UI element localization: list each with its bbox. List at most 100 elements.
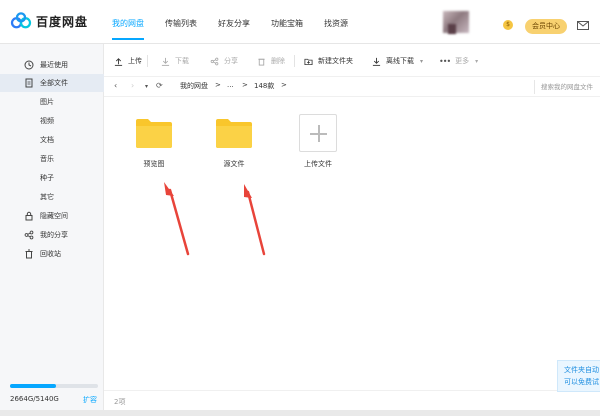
trash-icon [258,58,265,66]
sidebar-item-images[interactable]: 图片 [0,93,104,111]
sidebar-item-label: 其它 [40,193,54,201]
avatar[interactable] [443,11,469,33]
share-icon [210,57,219,65]
top-navigation: 我的网盘 传输列表 好友分享 功能宝箱 找资源 [112,0,369,44]
folder-icon [136,119,172,148]
sidebar-item-label: 最近使用 [40,61,68,69]
download-label: 下载 [175,57,189,65]
avatar-detail [448,24,456,34]
sidebar-item-hidden-space[interactable]: 隐藏空间 [0,207,104,225]
baidu-cloud-logo-icon [10,12,32,29]
app-logo: 百度网盘 [10,12,88,30]
download-icon [161,57,170,66]
sidebar-item-label: 回收站 [40,250,61,258]
chevron-down-icon: ▾ [420,57,424,65]
bottom-edge [0,410,600,416]
upload-file-label: 上传文件 [304,160,332,168]
forward-arrow-icon[interactable]: › [131,81,134,90]
back-arrow-icon[interactable]: ‹ [114,81,117,90]
more-label: 更多 [455,57,470,65]
sidebar-item-label: 图片 [40,98,54,106]
offline-download-icon [372,57,381,66]
expand-storage-link[interactable]: 扩容 [83,395,97,405]
search-input[interactable]: 搜索我的网盘文件 [534,80,600,94]
sidebar-item-music[interactable]: 音乐 [0,150,104,168]
toolbar-divider [294,55,295,67]
sidebar-item-recycle-bin[interactable]: 回收站 [0,245,104,263]
sidebar-item-recent[interactable]: 最近使用 [0,56,104,74]
sidebar-item-others[interactable]: 其它 [0,188,104,206]
annotation-arrows [164,182,266,256]
sidebar-item-label: 音乐 [40,155,54,163]
delete-button[interactable]: 删除 [257,50,285,72]
storage-usage-text: 2664G/5140G [10,395,59,403]
breadcrumb-bar: ‹ › ▾ ⟳ 我的网盘 > ... > 148款 > 搜索我的网盘文件 [104,76,600,96]
upload-icon [114,57,123,66]
file-toolbar: 上传 下载 分享 删除 新建文件夹 离线下载 ▾ ••• 更多 ▾ [104,50,600,72]
sidebar-item-videos[interactable]: 视频 [0,112,104,130]
folder-icon [216,119,252,148]
share-icon [24,230,34,240]
upload-file-tile[interactable]: 上传文件 [288,114,348,169]
more-dots-icon: ••• [439,56,451,66]
new-folder-label: 新建文件夹 [318,57,353,65]
arrow-to-source-folder [244,184,266,256]
mail-icon[interactable] [577,20,589,31]
tab-transfer-list[interactable]: 传输列表 [165,0,197,44]
history-dropdown-icon[interactable]: ▾ [145,83,148,90]
breadcrumb-separator: > [215,81,221,89]
trash-icon [24,249,34,259]
more-button[interactable]: ••• 更多 ▾ [439,50,478,72]
download-button[interactable]: 下载 [161,50,189,72]
folder-item[interactable]: 源文件 [204,117,264,169]
tab-toolbox[interactable]: 功能宝箱 [271,0,303,44]
sidebar-item-all-files[interactable]: 全部文件 [0,74,104,92]
vip-badge: $ [503,20,513,30]
sidebar-item-label: 全部文件 [40,79,68,87]
delete-label: 删除 [271,57,285,65]
sidebar-item-my-share[interactable]: 我的分享 [0,226,104,244]
plus-icon [299,114,337,152]
sidebar-item-label: 视频 [40,117,54,125]
app-name: 百度网盘 [36,14,89,29]
arrow-to-preview-folder [164,182,190,256]
refresh-icon[interactable]: ⟳ [156,81,163,90]
clock-icon [24,60,34,70]
lock-icon [24,211,34,221]
item-count: 2项 [114,398,126,406]
upload-button[interactable]: 上传 [114,50,142,72]
folder-item[interactable]: 预览图 [124,117,184,169]
sidebar-item-torrents[interactable]: 种子 [0,169,104,187]
sidebar: 最近使用 全部文件 图片 视频 文档 音乐 种子 其它 隐藏空间 我的分享 回收… [0,44,104,416]
tab-my-netdisk[interactable]: 我的网盘 [112,0,144,44]
sidebar-item-documents[interactable]: 文档 [0,131,104,149]
floating-tip-line: 可以免费试 [564,378,599,386]
breadcrumb-current[interactable]: 148款 [254,81,274,91]
share-button[interactable]: 分享 [210,50,238,72]
floating-tip[interactable]: 文件夹自动 可以免费试 [557,360,600,392]
offline-download-button[interactable]: 离线下载 ▾ [372,50,423,72]
storage-progress-fill [10,384,56,388]
tab-find-resources[interactable]: 找资源 [324,0,348,44]
title-bar: 百度网盘 我的网盘 传输列表 好友分享 功能宝箱 找资源 $ 会员中心 [0,0,600,44]
storage-progress-bar [10,384,98,388]
vip-center-button[interactable]: 会员中心 [525,19,567,34]
breadcrumb-ellipsis[interactable]: ... [227,81,234,89]
new-folder-button[interactable]: 新建文件夹 [304,50,353,72]
toolbar-divider [147,55,148,67]
tab-friend-share[interactable]: 好友分享 [218,0,250,44]
upload-label: 上传 [128,57,142,65]
sidebar-item-label: 种子 [40,174,54,182]
breadcrumb-root[interactable]: 我的网盘 [180,81,208,91]
file-icon [24,78,34,88]
folder-name: 预览图 [143,160,165,168]
sidebar-item-label: 文档 [40,136,54,144]
new-folder-icon [304,58,313,65]
share-label: 分享 [224,57,238,65]
breadcrumb-separator: > [281,81,287,89]
sidebar-item-label: 隐藏空间 [40,212,68,220]
offline-download-label: 离线下载 [386,57,414,65]
floating-tip-line: 文件夹自动 [564,366,599,374]
status-footer: 2项 [104,390,600,410]
sidebar-item-label: 我的分享 [40,231,68,239]
